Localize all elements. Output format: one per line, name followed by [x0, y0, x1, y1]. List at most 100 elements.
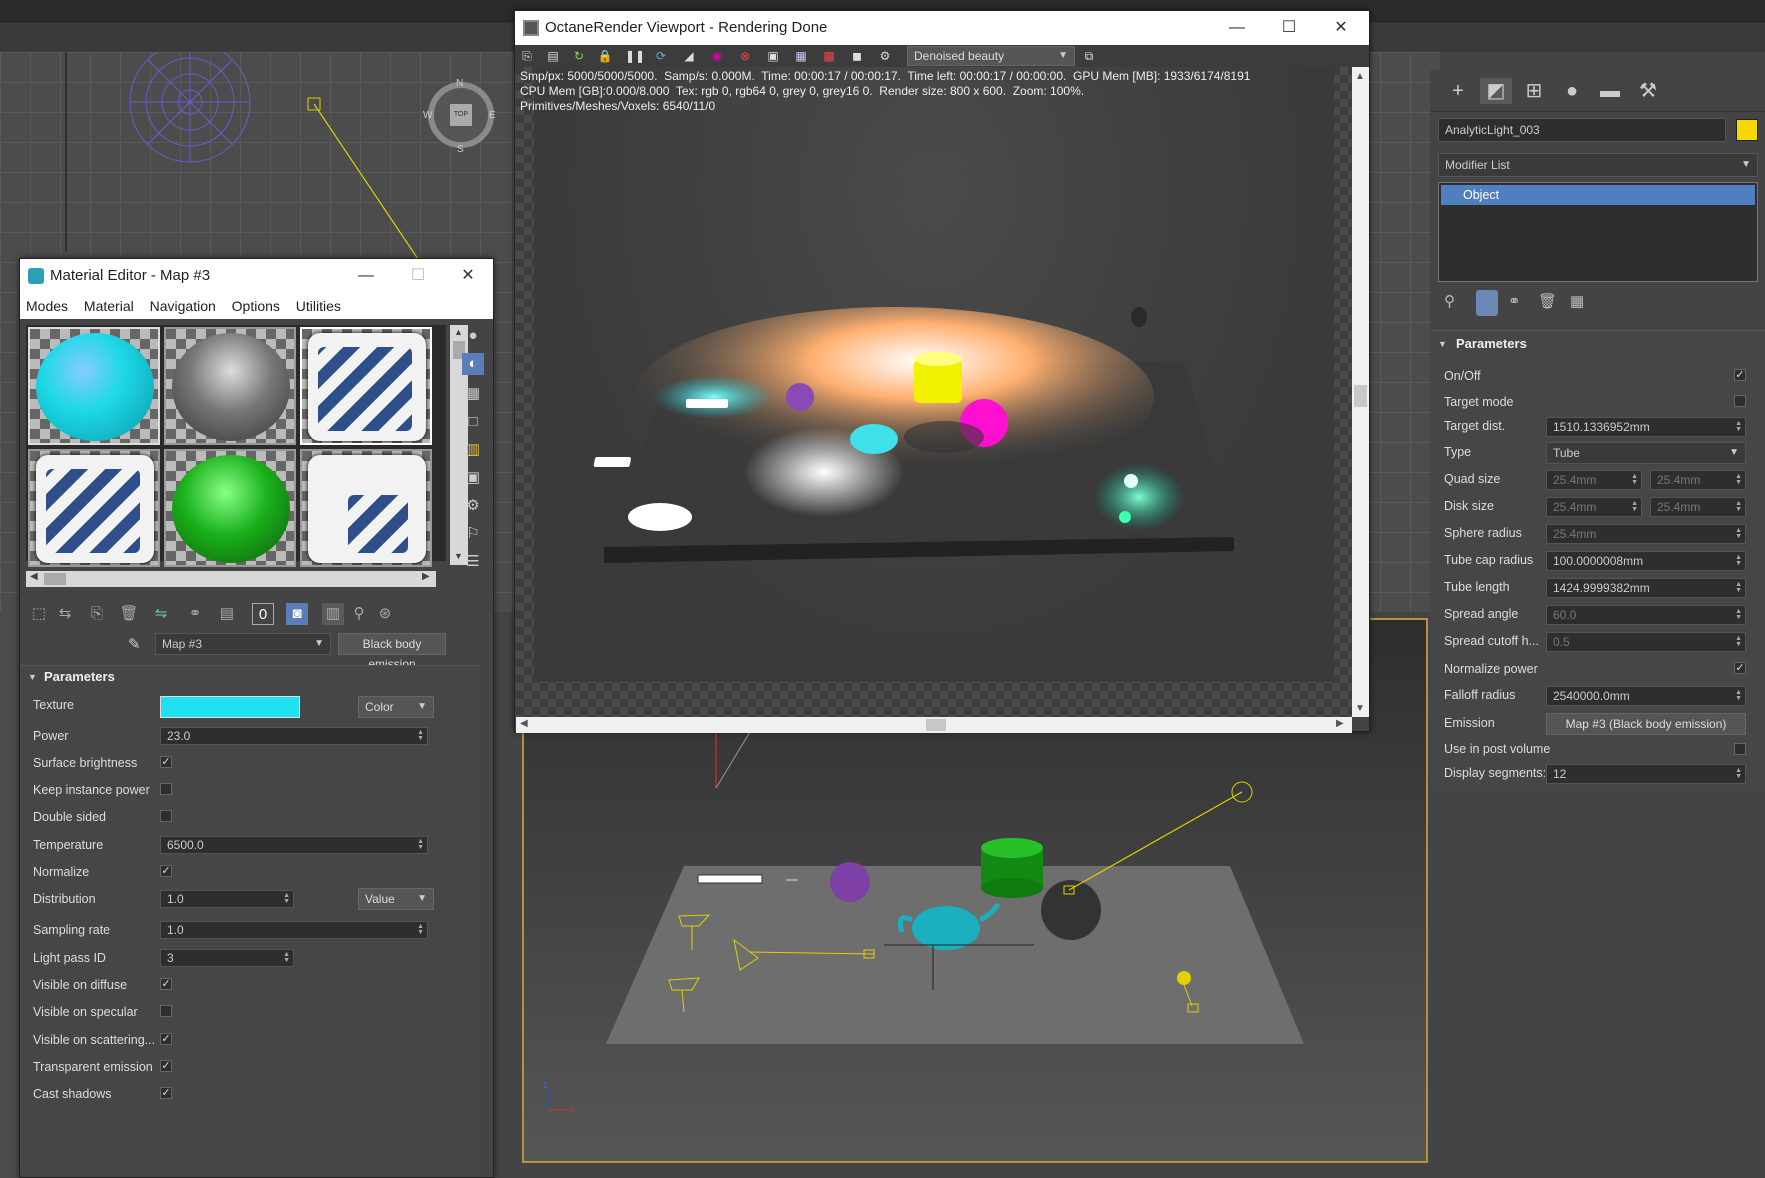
select-by-material-icon[interactable]: ⚐ — [462, 523, 484, 545]
emission-map-button[interactable]: Map #3 (Black body emission) — [1546, 713, 1746, 735]
material-id-channel-icon[interactable]: 0 — [252, 603, 274, 625]
rollout-collapse-icon[interactable]: ▼ — [1438, 339, 1447, 349]
rollout-collapse-icon[interactable]: ▼ — [28, 672, 37, 682]
spinner-arrows-icon[interactable]: ▲ ▼ — [1631, 473, 1638, 486]
light-pass-id-spinner[interactable]: 3 ▲ ▼ — [160, 949, 294, 967]
vertical-scroll-thumb[interactable] — [1354, 385, 1367, 407]
utilities-tab-icon[interactable]: ⚒ — [1632, 78, 1664, 104]
camera-icon[interactable]: ◼ — [849, 48, 865, 64]
spinner-arrows-icon[interactable]: ▲ ▼ — [1735, 689, 1742, 702]
temperature-spinner[interactable]: 6500.0 ▲ ▼ — [160, 836, 428, 854]
scroll-right-icon[interactable]: ▶ — [1336, 718, 1344, 729]
spinner-arrows-icon[interactable]: ▲ ▼ — [1735, 608, 1742, 621]
close-icon[interactable]: ✕ — [442, 259, 494, 293]
spinner-arrows-icon[interactable]: ▲ ▼ — [417, 729, 424, 742]
spinner-arrows-icon[interactable]: ▲ ▼ — [1735, 500, 1742, 513]
parameters-header[interactable]: Parameters — [44, 669, 115, 684]
reset-map-icon[interactable]: 🗑 — [118, 603, 140, 625]
use-in-post-volume-checkbox[interactable] — [1734, 743, 1746, 755]
copy-render-icon[interactable]: ▤ — [545, 48, 561, 64]
keep-instance-power-checkbox[interactable] — [160, 783, 172, 795]
disk-size-a-spinner[interactable]: 25.4mm ▲ ▼ — [1546, 497, 1642, 517]
horizontal-scroll-thumb[interactable] — [44, 573, 66, 585]
scroll-down-icon[interactable]: ▼ — [1355, 703, 1365, 714]
scroll-right-icon[interactable]: ▶ — [422, 571, 430, 582]
configure-modifier-sets-icon[interactable]: ▦ — [1570, 292, 1584, 310]
spinner-arrows-icon[interactable]: ▲ ▼ — [1735, 527, 1742, 540]
minimize-icon[interactable]: — — [1211, 11, 1263, 45]
hierarchy-tab-icon[interactable]: ⊞ — [1518, 78, 1550, 104]
texture-color-swatch[interactable] — [160, 696, 300, 718]
film-region-icon[interactable]: ⊗ — [737, 48, 753, 64]
display-segments-spinner[interactable]: 12 ▲ ▼ — [1546, 764, 1746, 784]
visible-on-diffuse-checkbox[interactable]: ✓ — [160, 978, 172, 990]
backlight-icon[interactable]: ◐ — [462, 353, 484, 375]
visible-on-specular-checkbox[interactable] — [160, 1005, 172, 1017]
surface-brightness-checkbox[interactable]: ✓ — [160, 756, 172, 768]
display-settings-icon[interactable]: ▣ — [765, 48, 781, 64]
scroll-left-icon[interactable]: ◀ — [520, 718, 528, 729]
motion-tab-icon[interactable]: ● — [1556, 78, 1588, 104]
spinner-arrows-icon[interactable]: ▲ ▼ — [283, 951, 290, 964]
denoiser-icon[interactable]: ▩ — [821, 48, 837, 64]
sample-slot-1[interactable] — [28, 327, 160, 445]
object-name-field[interactable]: AnalyticLight_003 — [1438, 118, 1726, 142]
horizontal-scroll-thumb[interactable] — [926, 719, 946, 731]
octane-horizontal-scrollbar[interactable]: ◀ ▶ — [516, 717, 1352, 733]
show-end-result-icon[interactable]: ▥ — [322, 603, 344, 625]
octane-render-area[interactable]: Smp/px: 5000/5000/5000. Samp/s: 0.000M. … — [516, 67, 1352, 717]
distribution-spinner[interactable]: 1.0 ▲ ▼ — [160, 890, 294, 908]
lock-icon[interactable]: 🔒 — [597, 48, 613, 64]
remove-modifier-icon[interactable]: 🗑 — [1538, 292, 1557, 310]
sphere-radius-spinner[interactable]: 25.4mm ▲ ▼ — [1546, 524, 1746, 544]
menu-utilities[interactable]: Utilities — [296, 293, 341, 319]
spinner-arrows-icon[interactable]: ▲ ▼ — [1735, 554, 1742, 567]
scroll-left-icon[interactable]: ◀ — [30, 571, 38, 582]
save-render-icon[interactable]: ⎘ — [519, 48, 535, 64]
sample-slot-4[interactable] — [28, 449, 160, 567]
restart-render-icon[interactable]: ↻ — [571, 48, 587, 64]
spinner-arrows-icon[interactable]: ▲ ▼ — [1735, 473, 1742, 486]
sample-slot-3[interactable] — [300, 327, 432, 445]
sample-slots-hscroll[interactable]: ◀ ▶ — [26, 571, 436, 587]
spinner-arrows-icon[interactable]: ▲ ▼ — [417, 923, 424, 936]
maximize-icon[interactable]: ☐ — [1263, 11, 1315, 45]
quad-size-a-spinner[interactable]: 25.4mm ▲ ▼ — [1546, 470, 1642, 490]
cast-shadows-checkbox[interactable]: ✓ — [160, 1087, 172, 1099]
texture-mode-dropdown[interactable]: Color ▼ — [358, 696, 434, 718]
show-shaded-material-icon[interactable]: ◙ — [286, 603, 308, 625]
close-icon[interactable]: ✕ — [1315, 11, 1367, 45]
sample-slot-2[interactable] — [164, 327, 296, 445]
map-name-field[interactable]: Map #3 ▼ — [155, 633, 331, 655]
normalize-checkbox[interactable]: ✓ — [160, 865, 172, 877]
tube-length-spinner[interactable]: 1424.9999382mm ▲ ▼ — [1546, 578, 1746, 598]
target-dist-spinner[interactable]: 1510.1336952mm ▲ ▼ — [1546, 417, 1746, 437]
scroll-up-icon[interactable]: ▲ — [1355, 71, 1365, 82]
display-tab-icon[interactable]: ▬ — [1594, 78, 1626, 104]
spread-cutoff-spinner[interactable]: 0.5 ▲ ▼ — [1546, 632, 1746, 652]
normalize-power-checkbox[interactable]: ✓ — [1734, 662, 1746, 674]
modify-tab-icon[interactable]: ◩ — [1480, 78, 1512, 104]
octane-vertical-scrollbar[interactable]: ▲ ▼ — [1352, 67, 1369, 717]
falloff-radius-spinner[interactable]: 2540000.0mm ▲ ▼ — [1546, 686, 1746, 706]
region-render-icon[interactable]: ◢ — [681, 48, 697, 64]
octane-title-bar[interactable]: OctaneRender Viewport - Rendering Done —… — [515, 11, 1369, 45]
disk-size-b-spinner[interactable]: 25.4mm ▲ ▼ — [1650, 497, 1746, 517]
pin-stack-icon[interactable]: ⚲ — [1444, 292, 1455, 310]
material-editor-title-bar[interactable]: Material Editor - Map #3 — ☐ ✕ — [20, 259, 493, 293]
tube-cap-radius-spinner[interactable]: 100.0000008mm ▲ ▼ — [1546, 551, 1746, 571]
menu-navigation[interactable]: Navigation — [150, 293, 216, 319]
stack-item-object[interactable]: Object — [1441, 185, 1755, 205]
assign-to-selection-icon[interactable]: ⎘ — [86, 603, 108, 625]
put-to-scene-icon[interactable]: ⇆ — [54, 603, 76, 625]
refresh-icon[interactable]: ⟳ — [653, 48, 669, 64]
spread-angle-spinner[interactable]: 60.0 ▲ ▼ — [1546, 605, 1746, 625]
spinner-arrows-icon[interactable]: ▲ ▼ — [1735, 635, 1742, 648]
parameters-header[interactable]: Parameters — [1456, 336, 1527, 351]
type-dropdown[interactable]: Tube ▼ — [1546, 442, 1746, 464]
settings-gear-icon[interactable]: ⚙ — [877, 48, 893, 64]
spinner-arrows-icon[interactable]: ▲ ▼ — [417, 838, 424, 851]
copy-material-icon[interactable]: ⇋ — [150, 603, 172, 625]
show-end-result-icon[interactable] — [1476, 290, 1498, 316]
material-map-navigator-icon[interactable]: ☰ — [462, 551, 484, 573]
